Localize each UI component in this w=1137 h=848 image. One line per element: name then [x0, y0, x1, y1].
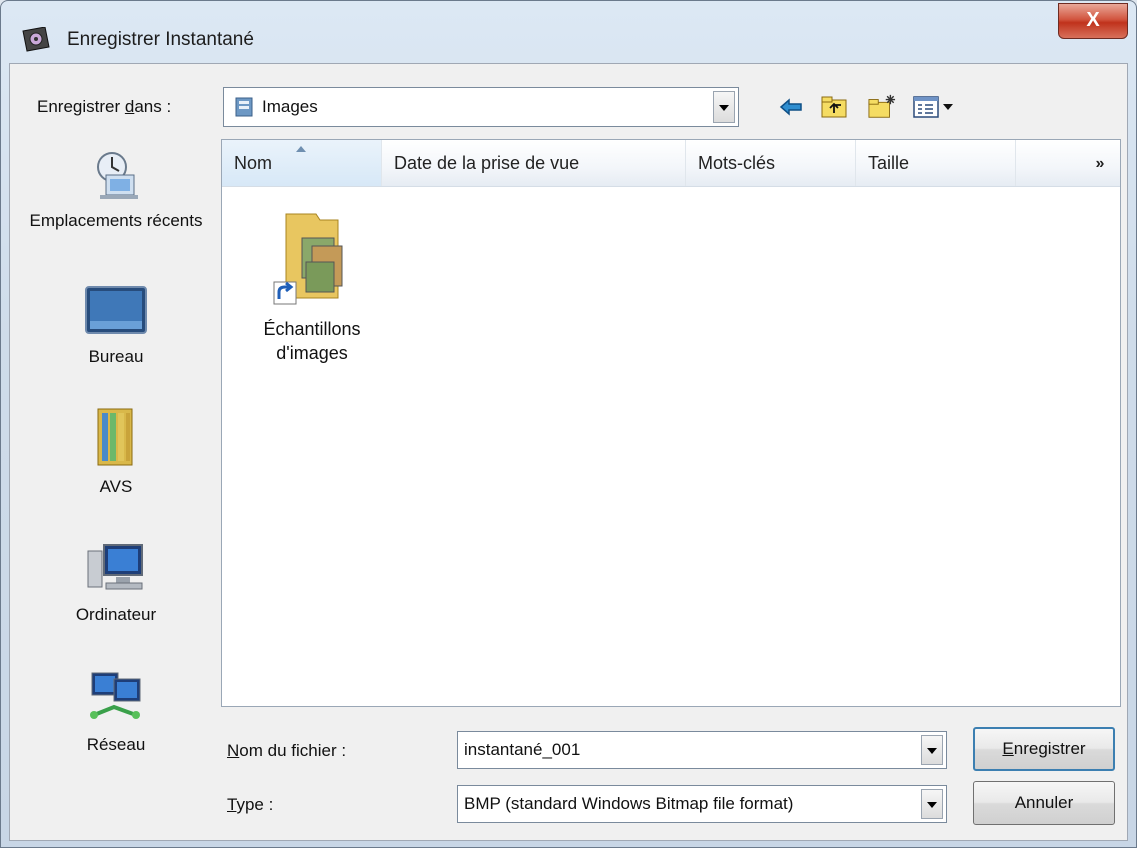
desktop-icon [85, 286, 147, 334]
place-computer[interactable]: Ordinateur [21, 539, 211, 626]
filetype-dropdown-button[interactable] [921, 789, 943, 819]
places-bar: Emplacements récents Bureau AVS Ordinate… [21, 139, 211, 779]
close-button[interactable]: X [1058, 3, 1128, 39]
back-arrow-icon[interactable] [777, 93, 807, 121]
file-item-label: Échantillons d'images [263, 319, 361, 363]
place-recent[interactable]: Emplacements récents [21, 145, 211, 232]
column-tags[interactable]: Mots-clés [686, 140, 856, 186]
title-bar[interactable]: Enregistrer Instantané X [1, 1, 1136, 63]
avs-folder-icon [97, 408, 133, 466]
filetype-value: BMP (standard Windows Bitmap file format… [464, 794, 794, 813]
save-in-dropdown-button[interactable] [713, 91, 735, 123]
sort-ascending-icon [296, 146, 306, 152]
place-recent-label: Emplacements récents [29, 211, 203, 230]
filetype-select[interactable]: BMP (standard Windows Bitmap file format… [457, 785, 947, 823]
filename-label: Nom du fichier : [227, 741, 347, 760]
computer-icon [87, 544, 143, 590]
save-in-label: Enregistrer dans : [37, 97, 172, 116]
new-folder-icon[interactable] [865, 93, 899, 121]
column-name-label: Nom [234, 153, 273, 173]
file-list[interactable]: Nom Date de la prise de vue Mots-clés Ta… [221, 139, 1121, 707]
column-date-taken[interactable]: Date de la prise de vue [382, 140, 686, 186]
library-icon [235, 97, 253, 117]
place-avs-label: AVS [99, 477, 133, 496]
filename-input[interactable]: instantané_001 [457, 731, 947, 769]
column-header-bar: Nom Date de la prise de vue Mots-clés Ta… [222, 140, 1120, 187]
film-reel-icon [22, 27, 50, 52]
column-size[interactable]: Taille [856, 140, 1016, 186]
column-name[interactable]: Nom [222, 140, 382, 186]
network-icon [90, 672, 141, 719]
file-item[interactable]: Échantillons d'images [252, 208, 372, 365]
recent-places-icon [97, 152, 138, 199]
place-desktop[interactable]: Bureau [21, 285, 211, 368]
filetype-label: Type : [227, 795, 274, 814]
place-computer-label: Ordinateur [75, 605, 157, 624]
view-menu-icon[interactable] [911, 93, 961, 121]
window-title: Enregistrer Instantané [67, 29, 254, 50]
folder-shortcut-icon [273, 213, 343, 305]
save-dialog-window: Enregistrer Instantané X Enregistrer dan… [0, 0, 1137, 848]
cancel-button[interactable]: Annuler [973, 781, 1115, 825]
save-button[interactable]: Enregistrer [973, 727, 1115, 771]
place-network[interactable]: Réseau [21, 669, 211, 756]
filename-dropdown-button[interactable] [921, 735, 943, 765]
place-desktop-label: Bureau [88, 347, 144, 366]
filename-value: instantané_001 [464, 740, 581, 759]
save-in-value: Images [262, 97, 318, 116]
up-folder-icon[interactable] [819, 93, 851, 121]
place-avs[interactable]: AVS [21, 405, 211, 498]
save-in-combo[interactable]: Images [223, 87, 739, 127]
place-network-label: Réseau [86, 735, 146, 754]
more-columns-button[interactable]: » [1080, 140, 1120, 186]
